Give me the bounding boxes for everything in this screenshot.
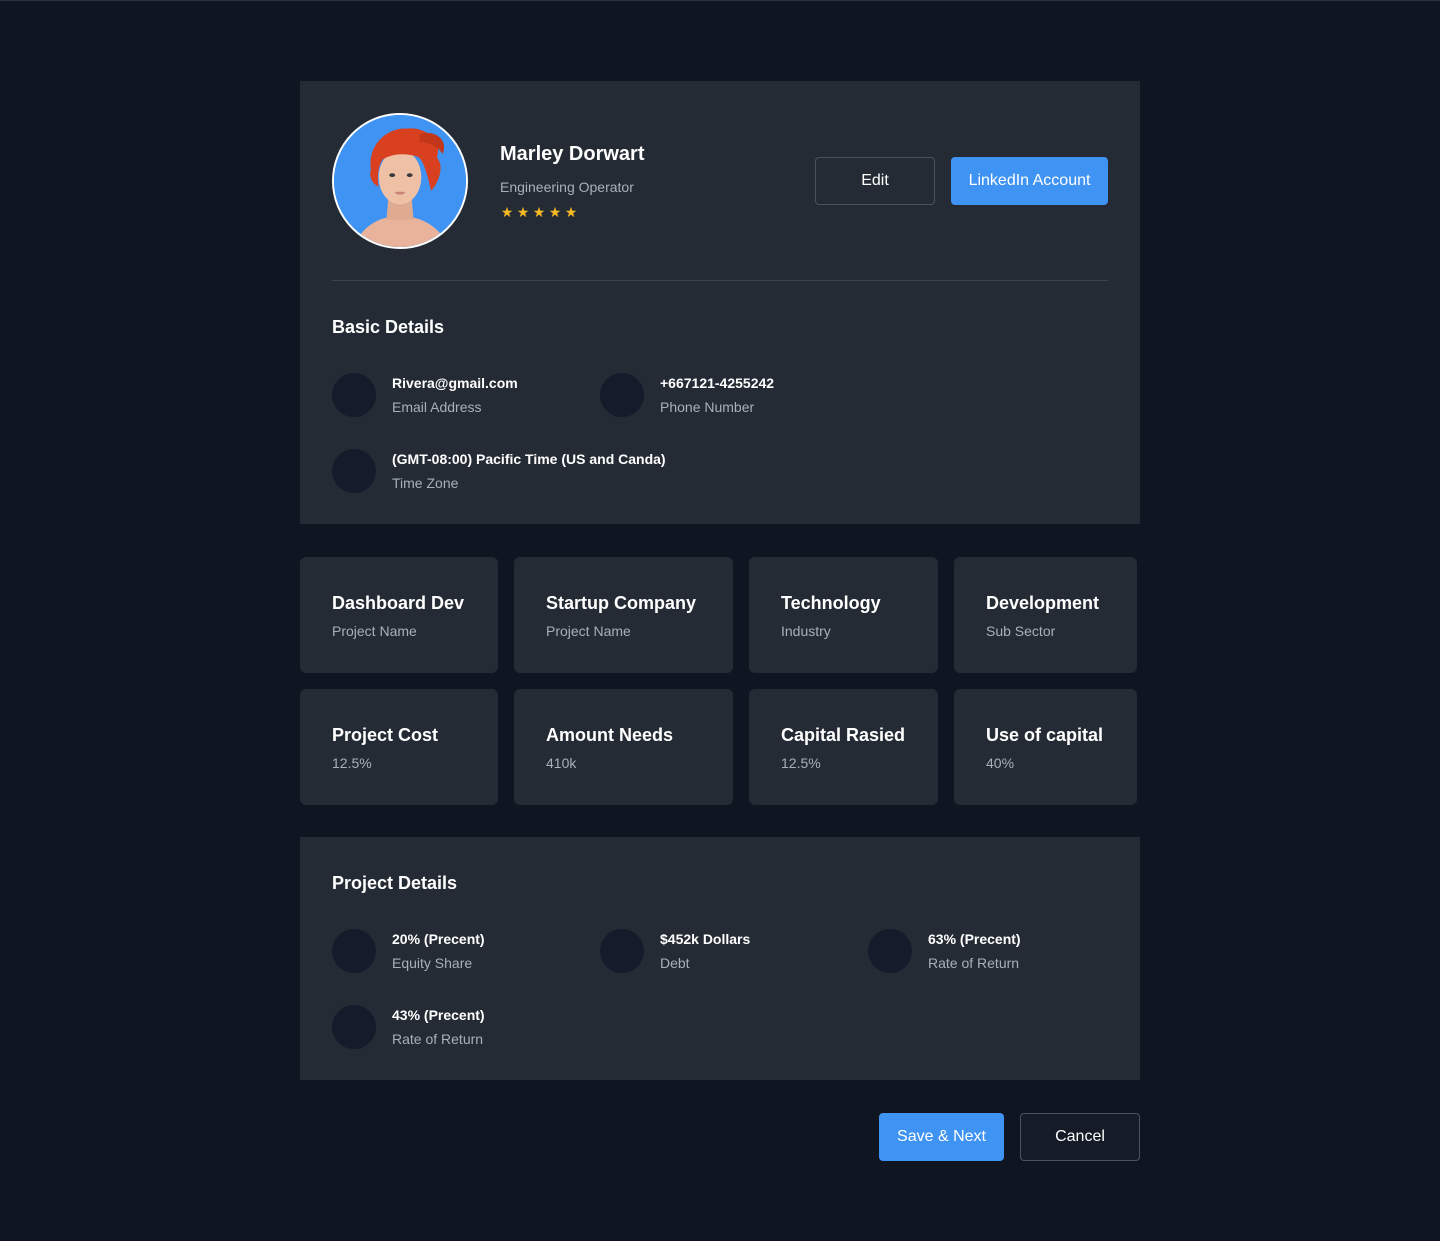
timezone-label: Time Zone [392,475,459,491]
divider [332,280,1108,281]
project-details-title: Project Details [332,873,458,893]
avatar [332,113,468,249]
email-item: Rivera@gmail.com Email Address [332,373,518,417]
star-icon: ★ [532,204,546,220]
rate-of-return-item: 63% (Precent) Rate of Return [868,929,1021,973]
card-subtitle: Industry [781,623,831,639]
card-capital-raised: Capital Rasied 12.5% [749,689,938,805]
card-subtitle: 410k [546,755,577,771]
card-subtitle: 40% [986,755,1015,771]
clock-icon [332,449,376,493]
profile-panel: Marley Dorwart Engineering Operator ★ ★ … [300,81,1140,524]
card-sub-sector: Development Sub Sector [954,557,1137,673]
card-title: Dashboard Dev [332,593,465,613]
star-icon: ★ [564,204,578,220]
debt-icon [600,929,644,973]
timezone-value: (GMT-08:00) Pacific Time (US and Canda) [392,451,666,467]
email-value: Rivera@gmail.com [392,375,518,391]
card-subtitle: Sub Sector [986,623,1056,639]
return-icon [868,929,912,973]
phone-item: +667121-4255242 Phone Number [600,373,774,417]
card-title: Use of capital [986,725,1104,745]
equity-label: Equity Share [392,955,473,971]
equity-icon [332,929,376,973]
card-subtitle: Project Name [546,623,631,639]
card-title: Capital Rasied [781,725,906,745]
phone-icon [600,373,644,417]
profile-role: Engineering Operator [500,179,634,195]
cancel-button[interactable]: Cancel [1020,1113,1140,1161]
timezone-item: (GMT-08:00) Pacific Time (US and Canda) … [332,449,666,493]
debt-value: $452k Dollars [660,931,751,947]
card-title: Amount Needs [546,725,674,745]
card-title: Project Cost [332,725,439,745]
return-label: Rate of Return [928,955,1020,971]
debt-item: $452k Dollars Debt [600,929,750,973]
card-use-of-capital: Use of capital 40% [954,689,1137,805]
equity-share-item: 20% (Precent) Equity Share [332,929,485,973]
card-subtitle: 12.5% [781,755,821,771]
avatar-image [334,115,466,247]
email-icon [332,373,376,417]
linkedin-account-button[interactable]: LinkedIn Account [951,157,1108,205]
card-project-cost: Project Cost 12.5% [300,689,498,805]
project-details-panel: Project Details 20% (Precent) Equity Sha… [300,837,1140,1080]
return-value: 43% (Precent) [392,1007,485,1023]
debt-label: Debt [660,955,690,971]
profile-name: Marley Dorwart [500,143,645,165]
star-icon: ★ [548,204,562,220]
card-title: Development [986,593,1100,613]
card-title: Startup Company [546,593,697,613]
card-amount-needs: Amount Needs 410k [514,689,733,805]
basic-details-title: Basic Details [332,317,445,337]
phone-label: Phone Number [660,399,755,415]
return-icon [332,1005,376,1049]
star-icon: ★ [516,204,530,220]
save-next-button[interactable]: Save & Next [879,1113,1004,1161]
return-label: Rate of Return [392,1031,484,1047]
equity-value: 20% (Precent) [392,931,485,947]
phone-value: +667121-4255242 [660,375,775,391]
star-icon: ★ [500,204,514,220]
card-project-name: Dashboard Dev Project Name [300,557,498,673]
return-value: 63% (Precent) [928,931,1021,947]
card-title: Technology [781,593,881,613]
card-industry: Technology Industry [749,557,938,673]
rating-stars: ★ ★ ★ ★ ★ [500,204,578,220]
edit-button[interactable]: Edit [815,157,935,205]
card-company: Startup Company Project Name [514,557,733,673]
email-label: Email Address [392,399,482,415]
card-subtitle: 12.5% [332,755,372,771]
card-subtitle: Project Name [332,623,417,639]
rate-of-return-item: 43% (Precent) Rate of Return [332,1005,485,1049]
